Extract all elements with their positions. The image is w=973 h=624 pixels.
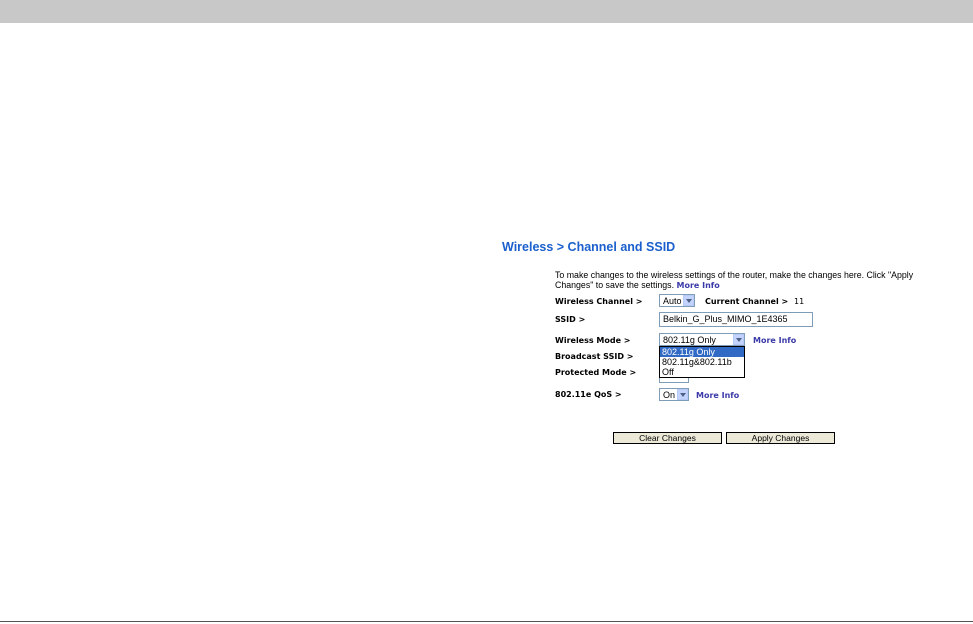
wireless-mode-more-info-link[interactable]: More Info [753, 336, 796, 345]
current-channel-value: 11 [794, 297, 805, 306]
wireless-channel-label: Wireless Channel > [555, 297, 643, 306]
protected-mode-select[interactable] [659, 378, 689, 383]
chevron-down-icon[interactable] [677, 389, 688, 400]
wireless-mode-option-g-and-b[interactable]: 802.11g&802.11b [660, 357, 744, 367]
wireless-mode-option-g-only[interactable]: 802.11g Only [660, 347, 744, 357]
intro-more-info-link[interactable]: More Info [676, 281, 719, 290]
wireless-channel-select[interactable]: Auto [659, 294, 695, 307]
top-header-bar [0, 0, 973, 23]
qos-label: 802.11e QoS > [555, 390, 622, 399]
intro-description: To make changes to the wireless settings… [555, 270, 914, 290]
qos-more-info-link[interactable]: More Info [696, 391, 739, 400]
ssid-input[interactable]: Belkin_G_Plus_MIMO_1E4365 [659, 312, 813, 327]
bottom-divider [0, 621, 973, 622]
chevron-down-icon[interactable] [733, 334, 744, 345]
chevron-down-icon[interactable] [683, 295, 694, 306]
clear-changes-button[interactable]: Clear Changes [613, 432, 722, 444]
wireless-mode-option-off[interactable]: Off [660, 367, 744, 377]
ssid-label: SSID > [555, 315, 586, 324]
current-channel-label: Current Channel > [705, 297, 789, 306]
wireless-mode-label: Wireless Mode > [555, 336, 631, 345]
apply-changes-button[interactable]: Apply Changes [726, 432, 835, 444]
intro-text: To make changes to the wireless settings… [555, 270, 915, 291]
protected-mode-label: Protected Mode > [555, 368, 637, 377]
wireless-channel-value: Auto [663, 296, 682, 306]
qos-value: On [663, 390, 676, 400]
page-title: Wireless > Channel and SSID [502, 240, 676, 254]
broadcast-ssid-label: Broadcast SSID > [555, 352, 634, 361]
wireless-mode-dropdown-list[interactable]: 802.11g Only 802.11g&802.11b Off [659, 346, 745, 378]
qos-select[interactable]: On [659, 388, 689, 401]
wireless-mode-select[interactable]: 802.11g Only [659, 333, 745, 346]
